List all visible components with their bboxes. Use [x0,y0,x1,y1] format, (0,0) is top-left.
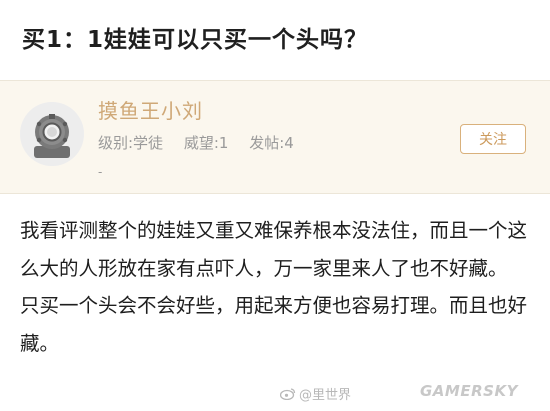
post-body: 我看评测整个的娃娃又重又难保养根本没法住，而且一个这么大的人形放在家有点吓人，万… [20,212,530,362]
post-header: 买1：1娃娃可以只买一个头吗？ [0,0,550,80]
author-extra: - [98,165,103,179]
diving-helmet-icon[interactable] [20,102,84,166]
post-paragraph: 只买一个头会不会好些，用起来方便也容易打理。而且也好藏。 [20,294,528,355]
follow-button[interactable]: 关注 [460,124,526,154]
brand-watermark: GAMERSKY [420,382,518,400]
author-level: 级别:学徒 [98,134,164,152]
author-name[interactable]: 摸鱼王小刘 [98,95,203,124]
author-post-count: 发帖:4 [249,134,294,152]
post-paragraph: 我看评测整个的娃娃又重又难保养根本没法住，而且一个这么大的人形放在家有点吓人，万… [20,219,528,280]
post-title: 买1：1娃娃可以只买一个头吗？ [22,27,369,53]
weibo-handle: @里世界 [299,388,352,403]
author-stats: 级别:学徒 威望:1 发帖:4 [98,132,298,153]
author-prestige: 威望:1 [183,134,229,152]
author-card: 摸鱼王小刘 级别:学徒 威望:1 发帖:4 - 关注 [0,80,550,194]
weibo-watermark: @里世界 [279,384,352,403]
weibo-icon [279,387,296,401]
